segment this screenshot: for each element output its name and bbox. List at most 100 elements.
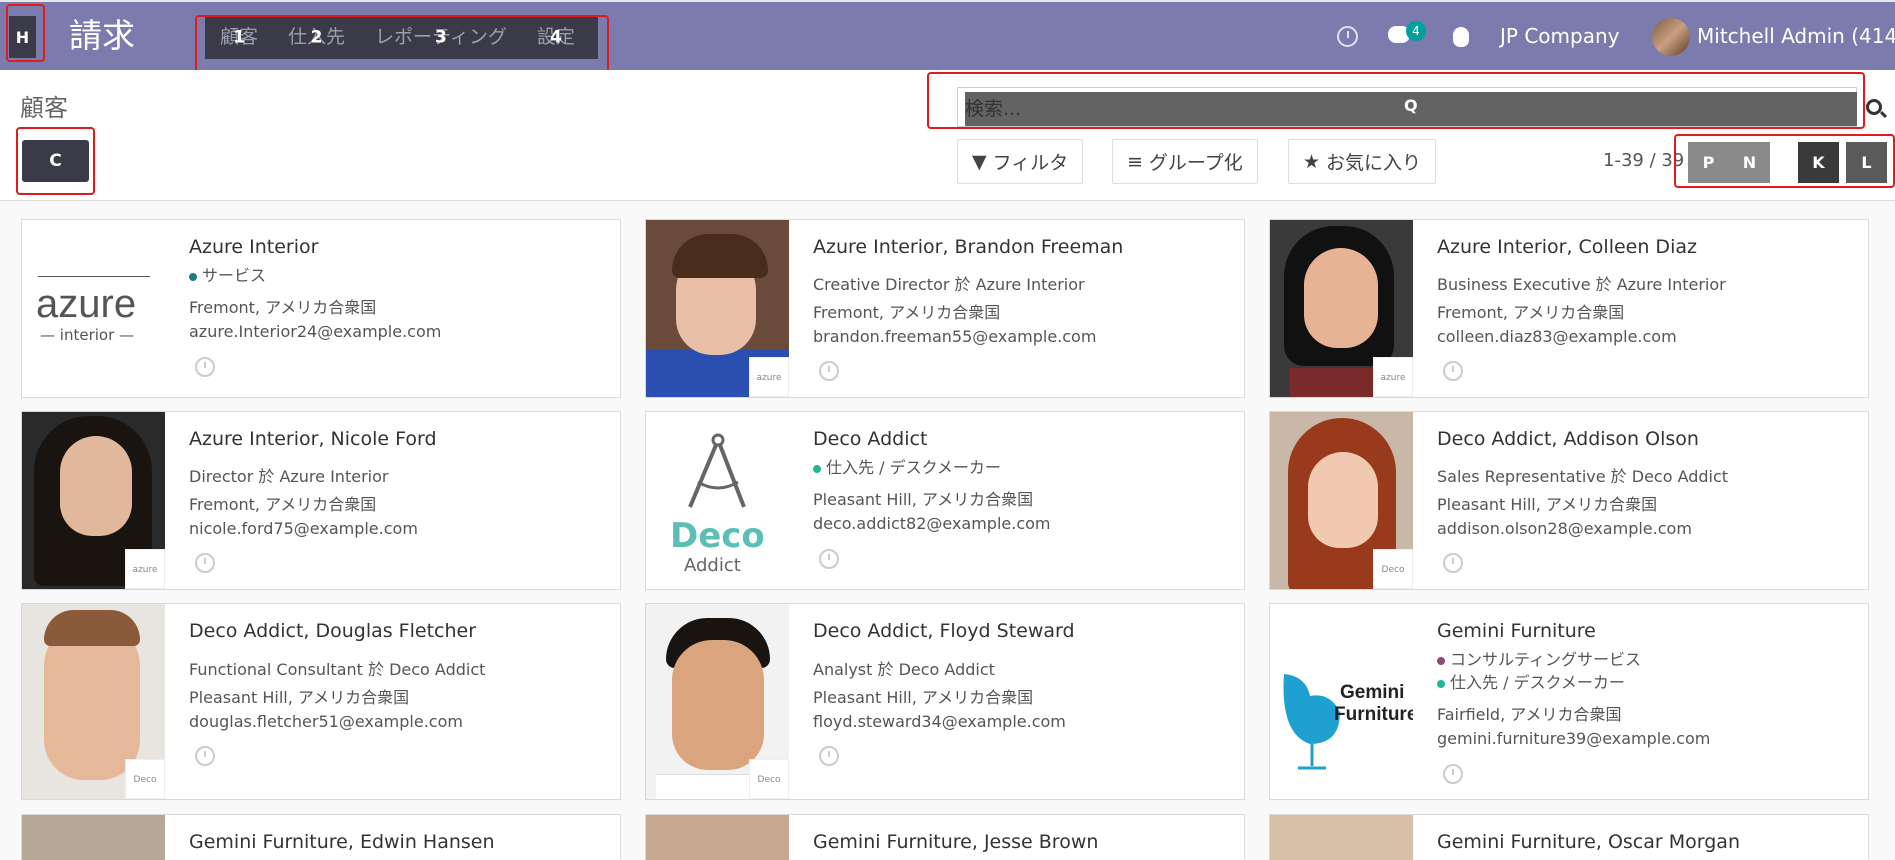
partner-email: deco.addict82@example.com [813, 514, 1051, 533]
activity-clock-icon[interactable] [1443, 764, 1463, 784]
list-icon: ≡ [1127, 150, 1143, 173]
contact-photo [1270, 815, 1413, 860]
partner-name: Gemini Furniture, Oscar Morgan [1437, 831, 1740, 853]
app-title[interactable]: 請求 [69, 16, 135, 56]
tag: 仕入先 / デスクメーカー [1437, 669, 1625, 693]
partner-city: Pleasant Hill, アメリカ合衆国 [189, 688, 410, 707]
create-button[interactable]: C [22, 140, 89, 182]
partner-email: nicole.ford75@example.com [189, 519, 418, 538]
logo-subtext: Furniture [1334, 704, 1413, 725]
partner-card[interactable]: Deco Deco Addict, Addison Olson Sales Re… [1269, 411, 1869, 590]
chat-count-badge: 4 [1406, 21, 1426, 41]
user-avatar[interactable] [1652, 18, 1690, 56]
menu-reporting[interactable]: レポーティング 3 [360, 16, 522, 59]
partner-email: gemini.furniture39@example.com [1437, 729, 1711, 748]
pager-value[interactable]: 1-39 / 39 [1603, 150, 1684, 171]
activity-clock-icon[interactable] [819, 746, 839, 766]
activity-clock-icon[interactable] [195, 746, 215, 766]
partner-name: Deco Addict [813, 428, 928, 450]
list-view-button[interactable]: L [1846, 142, 1887, 183]
contact-photo: azure [646, 220, 789, 397]
partner-email: floyd.steward34@example.com [813, 712, 1066, 731]
search-icon[interactable] [1866, 99, 1882, 115]
menu-customers[interactable]: 顧客 1 [205, 16, 273, 59]
partner-card[interactable]: Gemini Furniture, Jesse Brown [645, 814, 1245, 860]
view-prev-button[interactable]: P [1688, 142, 1729, 183]
partner-name: Deco Addict, Douglas Fletcher [189, 620, 477, 642]
company-mini-logo: azure [749, 357, 789, 397]
tag: 仕入先 / デスクメーカー [813, 454, 1001, 478]
activity-clock-icon[interactable] [195, 357, 215, 377]
company-logo: Deco Addict [646, 412, 789, 589]
menu-vendors[interactable]: 仕入先 2 [273, 16, 360, 59]
partner-name: Azure Interior, Colleen Diaz [1437, 236, 1697, 258]
contact-photo [22, 815, 165, 860]
partner-name: Azure Interior [189, 236, 319, 258]
tag: コンサルティングサービス [1437, 646, 1641, 670]
partner-city: Pleasant Hill, アメリカ合衆国 [813, 490, 1034, 509]
partner-card[interactable]: Gemini Furniture Gemini Furniture コンサルティ… [1269, 603, 1869, 800]
partner-name: Gemini Furniture, Jesse Brown [813, 831, 1099, 853]
menu-key-hint: 4 [549, 27, 562, 47]
activity-clock-icon[interactable] [1337, 26, 1358, 47]
view-next-button[interactable]: N [1729, 142, 1770, 183]
partner-card[interactable]: Deco Deco Addict, Douglas Fletcher Funct… [21, 603, 621, 800]
filter-button[interactable]: ▼ フィルタ [957, 139, 1084, 184]
partner-name: Azure Interior, Nicole Ford [189, 428, 437, 450]
partner-email: brandon.freeman55@example.com [813, 327, 1097, 346]
partner-card[interactable]: Deco Addict Deco Addict 仕入先 / デスクメーカー Pl… [645, 411, 1245, 590]
partner-card[interactable]: Gemini Furniture, Oscar Morgan [1269, 814, 1869, 860]
partner-name: Gemini Furniture, Edwin Hansen [189, 831, 495, 853]
company-mini-logo: Deco [1373, 549, 1413, 589]
fav-label: お気に入り [1326, 152, 1422, 174]
star-icon: ★ [1303, 150, 1321, 173]
activity-clock-icon[interactable] [195, 553, 215, 573]
partner-job: Creative Director 於 Azure Interior [813, 275, 1085, 294]
partner-email: douglas.fletcher51@example.com [189, 712, 463, 731]
company-logo: Gemini Furniture [1270, 604, 1413, 799]
filter-label: フィルタ [992, 152, 1069, 174]
menu-settings[interactable]: 設定 4 [522, 16, 590, 59]
company-switcher[interactable]: JP Company [1500, 24, 1619, 48]
activity-clock-icon[interactable] [819, 361, 839, 381]
favorites-button[interactable]: ★ お気に入り [1288, 139, 1437, 184]
group-by-button[interactable]: ≡ グループ化 [1112, 139, 1258, 184]
partner-name: Deco Addict, Floyd Steward [813, 620, 1075, 642]
apps-menu-button[interactable]: H [9, 16, 36, 58]
logo-subtext: Addict [684, 555, 741, 576]
partner-job: Analyst 於 Deco Addict [813, 660, 995, 679]
group-label: グループ化 [1148, 152, 1243, 174]
activity-clock-icon[interactable] [1443, 553, 1463, 573]
activity-clock-icon[interactable] [1443, 361, 1463, 381]
partner-job: Functional Consultant 於 Deco Addict [189, 660, 486, 679]
debug-bug-icon[interactable] [1453, 27, 1469, 47]
partner-email: addison.olson28@example.com [1437, 519, 1692, 538]
contact-photo [646, 815, 789, 860]
activity-clock-icon[interactable] [819, 549, 839, 569]
user-menu[interactable]: Mitchell Admin (414c1) [1697, 24, 1895, 48]
partner-card[interactable]: azure Azure Interior, Nicole Ford Direct… [21, 411, 621, 590]
control-panel: 顧客 C ▼フィルタ ≡グループ化 ★お気に入り 1-39 / 39 P N K… [0, 70, 1895, 201]
partner-email: azure.Interior24@example.com [189, 322, 442, 341]
menu-key-hint: 1 [233, 27, 245, 47]
company-mini-logo: azure [125, 549, 165, 589]
filter-icon: ▼ [972, 150, 987, 173]
tag: サービス [189, 262, 266, 286]
partner-city: Fremont, アメリカ合衆国 [189, 298, 377, 317]
partner-city: Pleasant Hill, アメリカ合衆国 [1437, 495, 1658, 514]
partner-city: Pleasant Hill, アメリカ合衆国 [813, 688, 1034, 707]
kanban-view-button[interactable]: K [1798, 142, 1839, 183]
contact-photo: Deco [1270, 412, 1413, 589]
partner-card[interactable]: Deco Deco Addict, Floyd Steward Analyst … [645, 603, 1245, 800]
menu-key-hint: 3 [435, 27, 447, 47]
partner-email: colleen.diaz83@example.com [1437, 327, 1677, 346]
partner-card[interactable]: Gemini Furniture, Edwin Hansen [21, 814, 621, 860]
partner-card[interactable]: azure Azure Interior, Colleen Diaz Busin… [1269, 219, 1869, 398]
contact-photo: Deco [22, 604, 165, 799]
partner-job: Sales Representative 於 Deco Addict [1437, 467, 1729, 486]
logo-text: Gemini [1340, 682, 1405, 703]
main-menu: 顧客 1 仕入先 2 レポーティング 3 設定 4 [205, 16, 598, 59]
breadcrumb: 顧客 [20, 94, 68, 122]
partner-card[interactable]: azure Azure Interior, Brandon Freeman Cr… [645, 219, 1245, 398]
partner-card[interactable]: azure — interior — Azure Interior サービス F… [21, 219, 621, 398]
